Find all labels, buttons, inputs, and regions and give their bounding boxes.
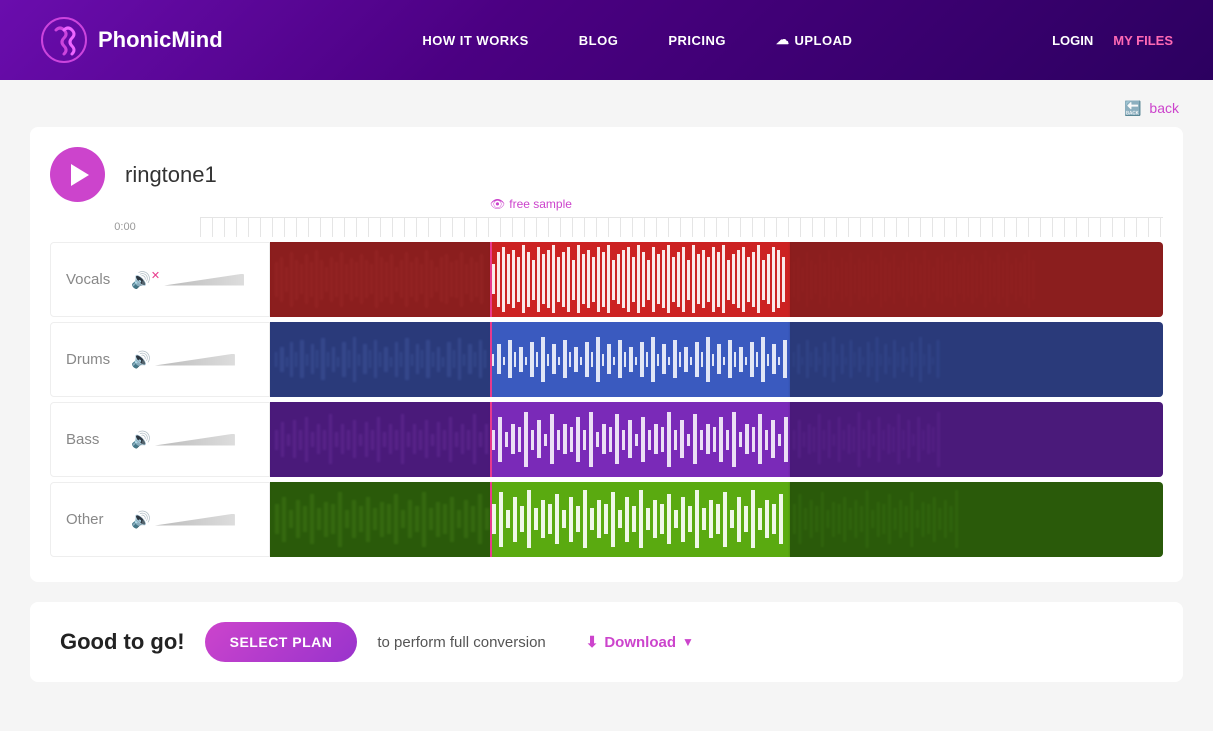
track-controls-other: Other 🔊: [50, 482, 270, 557]
waveform-dim-left-bass: [270, 402, 490, 477]
track-label-drums: Drums: [66, 351, 131, 368]
logo-area: PhonicMind: [40, 16, 223, 64]
logo-icon: [40, 16, 88, 64]
volume-slider-bass[interactable]: [155, 434, 235, 446]
nav: HOW IT WORKS BLOG PRICING ☁ UPLOAD: [422, 32, 852, 48]
track-controls-vocals: Vocals 🔊✕: [50, 242, 270, 317]
playhead-vocals: [490, 242, 492, 317]
waveform-bright-drums: [490, 322, 790, 397]
mute-icon-vocals: ✕: [151, 270, 160, 282]
track-label-bass: Bass: [66, 431, 131, 448]
waveform-bright-other: [490, 482, 790, 557]
track-waveform-other: [270, 482, 1163, 557]
track-row: Bass 🔊: [50, 402, 1163, 477]
track-controls-bass: Bass 🔊: [50, 402, 270, 477]
nav-blog[interactable]: BLOG: [579, 33, 619, 48]
player-header: ringtone1: [50, 147, 1163, 202]
waveform-bright-bass: [490, 402, 790, 477]
volume-icon-bass[interactable]: 🔊: [131, 430, 151, 450]
login-button[interactable]: LOGIN: [1052, 33, 1093, 48]
player-section: ringtone1 👁 free sample 0:00 Vocals 🔊✕: [30, 127, 1183, 582]
volume-slider-drums[interactable]: [155, 354, 235, 366]
playhead-drums: [490, 322, 492, 397]
perform-conversion-text: to perform full conversion: [377, 634, 545, 651]
time-ruler-row: 0:00: [50, 217, 1163, 237]
auth-area: LOGIN MY FILES: [1052, 33, 1173, 48]
download-button[interactable]: ⬇ Download ▼: [586, 633, 694, 651]
dropdown-arrow-icon: ▼: [682, 635, 694, 649]
waveform-dim-right-drums: [790, 322, 1163, 397]
logo-text: PhonicMind: [98, 27, 223, 53]
track-row: Vocals 🔊✕: [50, 242, 1163, 317]
track-label-vocals: Vocals: [66, 271, 131, 288]
volume-icon-other[interactable]: 🔊: [131, 510, 151, 530]
waveform-bright-vocals: [490, 242, 790, 317]
track-name: ringtone1: [125, 162, 217, 188]
track-waveform-vocals: [270, 242, 1163, 317]
track-waveform-bass: [270, 402, 1163, 477]
track-row: Drums 🔊: [50, 322, 1163, 397]
waveform-dim-left-vocals: [270, 242, 490, 317]
waveform-dim-right-bass: [790, 402, 1163, 477]
back-icon: 🔙: [1124, 100, 1141, 116]
track-label-other: Other: [66, 511, 131, 528]
volume-icon-vocals[interactable]: 🔊✕: [131, 269, 160, 290]
back-link[interactable]: 🔙 back: [30, 100, 1183, 117]
waveform-dim-left-other: [270, 482, 490, 557]
eye-icon: 👁: [490, 197, 505, 211]
main-content: 🔙 back ringtone1 👁 free sample 0:00 Voca…: [0, 80, 1213, 731]
cloud-icon: ☁: [776, 32, 790, 48]
track-waveform-drums: [270, 322, 1163, 397]
waveform-dim-right-vocals: [790, 242, 1163, 317]
waveform-dim-right-other: [790, 482, 1163, 557]
volume-slider-vocals[interactable]: [164, 274, 244, 286]
bottom-bar: Good to go! SELECT PLAN to perform full …: [30, 602, 1183, 682]
nav-pricing[interactable]: PRICING: [668, 33, 726, 48]
track-row: Other 🔊: [50, 482, 1163, 557]
volume-slider-other[interactable]: [155, 514, 235, 526]
good-to-go-text: Good to go!: [60, 629, 185, 655]
tracks-container: Vocals 🔊✕: [50, 242, 1163, 557]
download-icon: ⬇: [586, 633, 599, 651]
waveform-dim-left-drums: [270, 322, 490, 397]
nav-how-it-works[interactable]: HOW IT WORKS: [422, 33, 528, 48]
nav-upload[interactable]: ☁ UPLOAD: [776, 32, 852, 48]
time-start: 0:00: [50, 221, 200, 233]
playhead-other: [490, 482, 492, 557]
play-button[interactable]: [50, 147, 105, 202]
ruler-ticks: [200, 217, 1163, 237]
header: PhonicMind HOW IT WORKS BLOG PRICING ☁ U…: [0, 0, 1213, 80]
track-controls-drums: Drums 🔊: [50, 322, 270, 397]
my-files-button[interactable]: MY FILES: [1113, 33, 1173, 48]
volume-icon-drums[interactable]: 🔊: [131, 350, 151, 370]
playhead-bass: [490, 402, 492, 477]
free-sample-label: 👁 free sample: [490, 197, 572, 211]
select-plan-button[interactable]: SELECT PLAN: [205, 622, 358, 662]
